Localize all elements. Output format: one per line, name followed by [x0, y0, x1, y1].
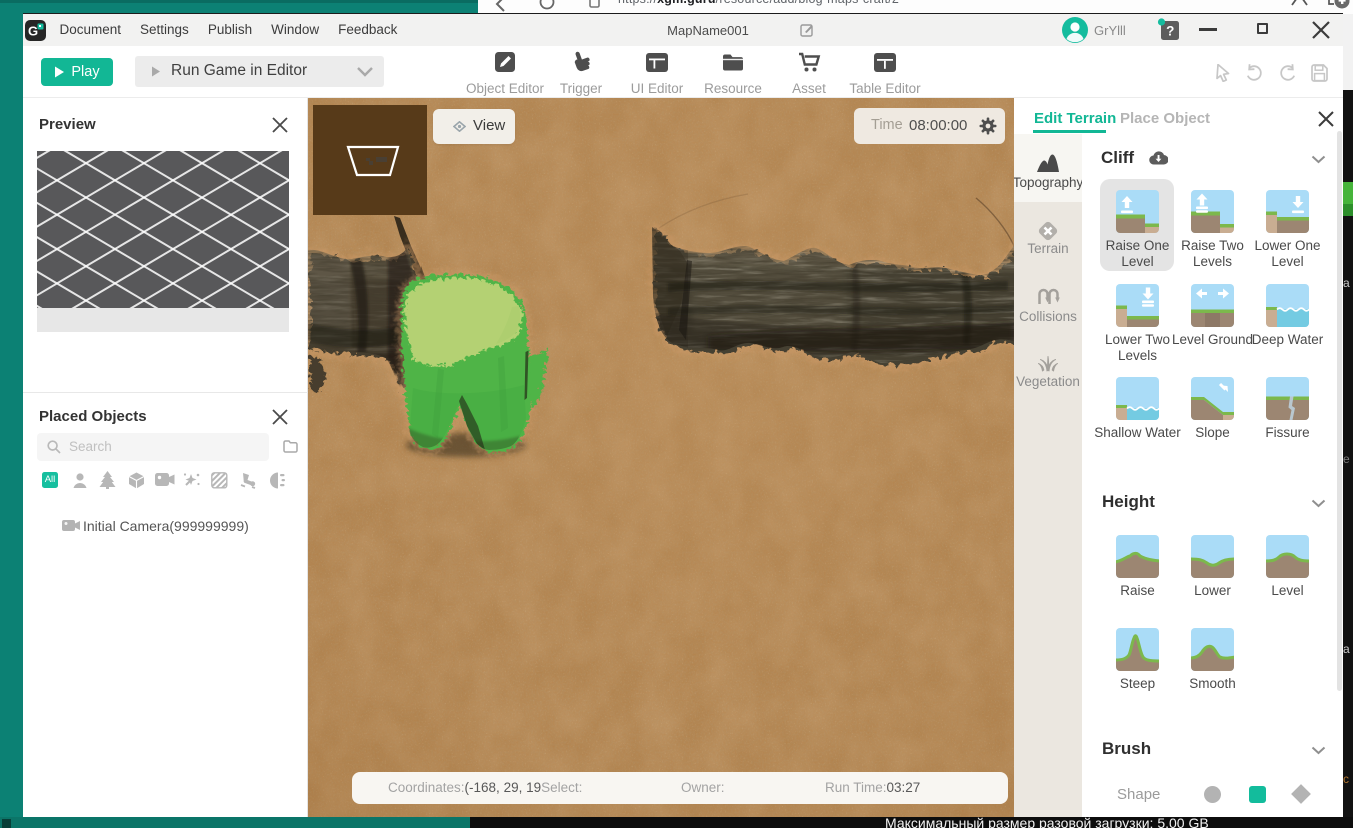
svg-text:G: G: [28, 24, 38, 39]
svg-text:?: ?: [1166, 24, 1174, 39]
